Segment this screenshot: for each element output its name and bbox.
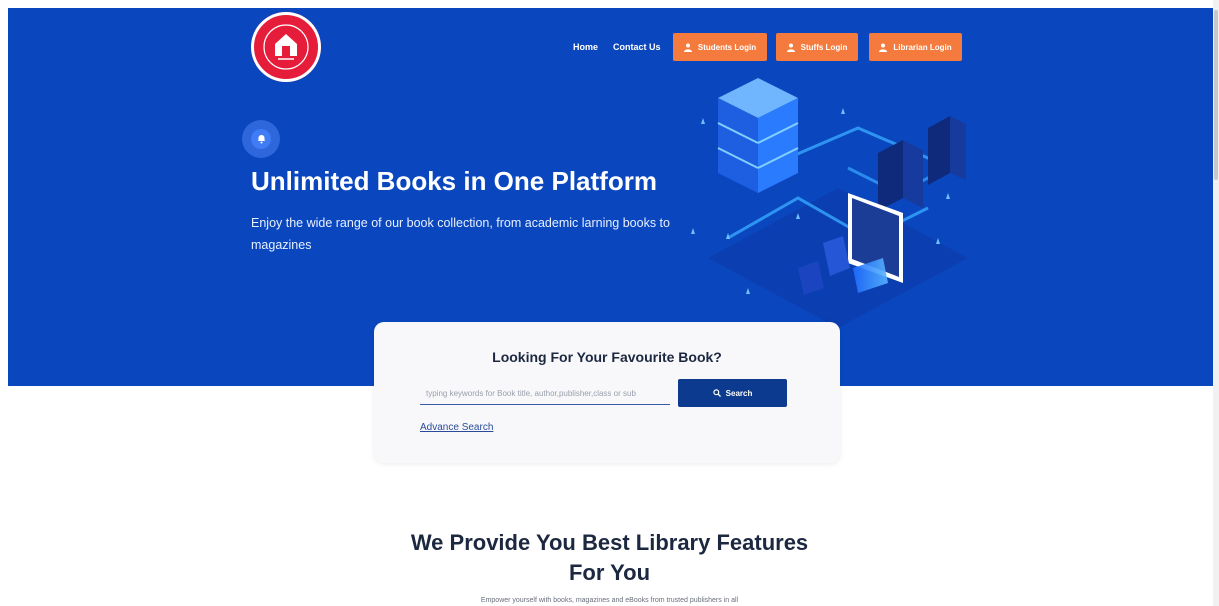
search-button-label: Search	[725, 388, 753, 398]
stuffs-login-label: Stuffs Login	[800, 42, 848, 52]
librarian-login-button[interactable]: Librarian Login	[869, 33, 962, 61]
features-title-line1: We Provide You Best Library Features	[410, 530, 809, 555]
librarian-login-label: Librarian Login	[893, 42, 952, 52]
page: Home Contact Us Students Login Stuffs Lo…	[0, 0, 1219, 606]
advance-search-link[interactable]: Advance Search	[420, 422, 493, 433]
college-logo[interactable]	[251, 12, 321, 82]
search-card: Looking For Your Favourite Book? Search …	[374, 322, 840, 463]
search-button[interactable]: Search	[678, 379, 787, 407]
user-icon	[683, 43, 692, 52]
hero-title: Unlimited Books in One Platform	[251, 166, 657, 196]
features-title: We Provide You Best Library Features For…	[0, 528, 1219, 588]
features-title-line2: For You	[568, 560, 651, 585]
stuffs-login-button[interactable]: Stuffs Login	[776, 33, 858, 61]
user-icon	[786, 43, 795, 52]
search-input[interactable]	[420, 383, 670, 405]
bell-icon	[257, 135, 265, 144]
hero-subtitle: Enjoy the wide range of our book collect…	[251, 216, 670, 252]
nav-home-link[interactable]: Home	[573, 42, 598, 52]
user-icon	[879, 43, 888, 52]
server-illustration	[691, 78, 968, 328]
search-title: Looking For Your Favourite Book?	[492, 349, 722, 365]
students-login-label: Students Login	[697, 42, 757, 52]
page-scrollbar[interactable]	[1213, 0, 1219, 606]
nav-contact-link[interactable]: Contact Us	[613, 42, 661, 52]
search-icon	[712, 389, 721, 397]
bell-badge	[242, 120, 280, 158]
features-subtitle: Empower yourself with books, magazines a…	[480, 597, 739, 604]
scrollbar-thumb[interactable]	[1214, 10, 1218, 180]
students-login-button[interactable]: Students Login	[673, 33, 767, 61]
